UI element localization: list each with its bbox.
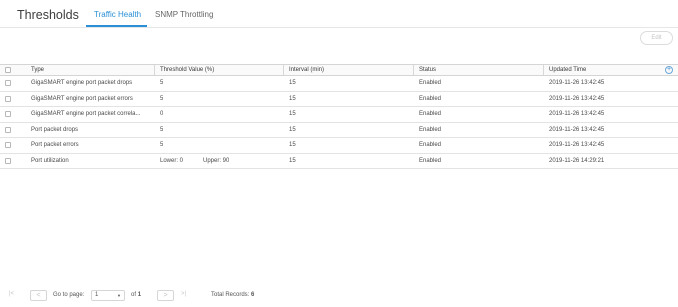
cell-status: Enabled xyxy=(419,142,442,148)
row-checkbox[interactable] xyxy=(5,95,11,102)
cell-interval: 15 xyxy=(289,95,296,102)
cell-type: GigaSMART engine port packet drops xyxy=(31,80,133,86)
row-checkbox[interactable] xyxy=(5,80,11,86)
column-divider xyxy=(543,65,544,75)
column-header-updated-time[interactable]: Updated Time xyxy=(549,65,586,75)
cell-interval: 15 xyxy=(289,157,296,164)
cell-updated-time: 2019-11-26 13:42:45 xyxy=(549,95,605,102)
page-header: Thresholds Traffic Health SNMP Throttlin… xyxy=(0,0,678,28)
row-checkbox[interactable] xyxy=(5,111,11,117)
cell-threshold-upper: Upper: 90 xyxy=(203,157,230,164)
cell-updated-time: 2019-11-26 14:29:21 xyxy=(549,157,605,164)
cell-interval: 15 xyxy=(289,126,296,133)
total-records-value: 6 xyxy=(251,292,255,298)
chevron-left-icon[interactable]: < xyxy=(30,290,47,301)
cell-threshold: 5 xyxy=(160,142,164,148)
column-divider xyxy=(413,65,414,75)
go-to-page-label: Go to page: xyxy=(53,292,85,298)
caret-down-icon: ▼ xyxy=(117,293,121,298)
cell-status: Enabled xyxy=(419,95,442,102)
cell-updated-time: 2019-11-26 13:42:45 xyxy=(549,142,605,148)
cell-status: Enabled xyxy=(419,126,442,133)
column-divider xyxy=(283,65,284,75)
cell-status: Enabled xyxy=(419,111,442,117)
first-page-icon[interactable]: |< xyxy=(9,291,14,297)
cell-type: Port packet drops xyxy=(31,126,79,133)
cell-threshold: 0 xyxy=(160,111,164,117)
table-row[interactable]: GigaSMART engine port packet correla... … xyxy=(0,107,678,123)
edit-button[interactable]: Edit xyxy=(640,31,673,45)
tab-snmp-throttling[interactable]: SNMP Throttling xyxy=(155,10,213,19)
table-row[interactable]: GigaSMART engine port packet errors 5 15… xyxy=(0,92,678,107)
cell-interval: 15 xyxy=(289,142,296,148)
cell-threshold: 5 xyxy=(160,80,164,86)
select-all-checkbox[interactable] xyxy=(5,67,11,73)
cell-threshold-lower: Lower: 0 xyxy=(160,157,184,164)
row-checkbox[interactable] xyxy=(5,142,11,148)
page-select[interactable]: 1 ▼ xyxy=(91,290,125,301)
cell-interval: 15 xyxy=(289,80,296,86)
column-header-status[interactable]: Status xyxy=(419,65,436,75)
cell-type: Port utilization xyxy=(31,157,69,164)
of-label: of xyxy=(131,292,137,298)
table-row[interactable]: Port packet drops 5 15 Enabled 2019-11-2… xyxy=(0,123,678,138)
cell-type: GigaSMART engine port packet correla... xyxy=(31,111,141,117)
total-records-label: Total Records: xyxy=(211,292,250,298)
column-header-interval[interactable]: Interval (min) xyxy=(289,65,324,75)
thresholds-table: Type Threshold Value (%) Interval (min) … xyxy=(0,64,678,169)
column-header-type[interactable]: Type xyxy=(31,65,44,75)
column-divider xyxy=(154,65,155,75)
table-row[interactable]: Port utilization Lower: 0 Upper: 90 15 E… xyxy=(0,154,678,169)
page-count: of 1 xyxy=(131,292,141,298)
table-header-row: Type Threshold Value (%) Interval (min) … xyxy=(0,64,678,76)
column-header-threshold[interactable]: Threshold Value (%) xyxy=(160,65,214,75)
cell-threshold: 5 xyxy=(160,95,164,102)
cell-type: Port packet errors xyxy=(31,142,79,148)
chevron-right-icon[interactable]: > xyxy=(157,290,174,301)
cell-updated-time: 2019-11-26 13:42:45 xyxy=(549,111,605,117)
pagination-bar: |< < Go to page: 1 ▼ of 1 > >| Total Rec… xyxy=(0,290,678,302)
add-column-icon[interactable]: + xyxy=(665,66,673,74)
cell-status: Enabled xyxy=(419,157,442,164)
page-title: Thresholds xyxy=(17,8,79,22)
cell-threshold: 5 xyxy=(160,126,164,133)
cell-updated-time: 2019-11-26 13:42:45 xyxy=(549,80,605,86)
cell-status: Enabled xyxy=(419,80,442,86)
header-divider xyxy=(0,27,678,28)
cell-interval: 15 xyxy=(289,111,296,117)
row-checkbox[interactable] xyxy=(5,157,11,164)
table-row[interactable]: Port packet errors 5 15 Enabled 2019-11-… xyxy=(0,138,678,154)
cell-updated-time: 2019-11-26 13:42:45 xyxy=(549,126,605,133)
tab-traffic-health[interactable]: Traffic Health xyxy=(94,10,141,19)
total-pages: 1 xyxy=(137,292,142,298)
cell-type: GigaSMART engine port packet errors xyxy=(31,95,133,102)
last-page-icon[interactable]: >| xyxy=(181,291,186,297)
page-select-value: 1 xyxy=(95,292,99,298)
total-records: Total Records: 6 xyxy=(211,292,254,298)
table-row[interactable]: GigaSMART engine port packet drops 5 15 … xyxy=(0,76,678,92)
row-checkbox[interactable] xyxy=(5,126,11,133)
